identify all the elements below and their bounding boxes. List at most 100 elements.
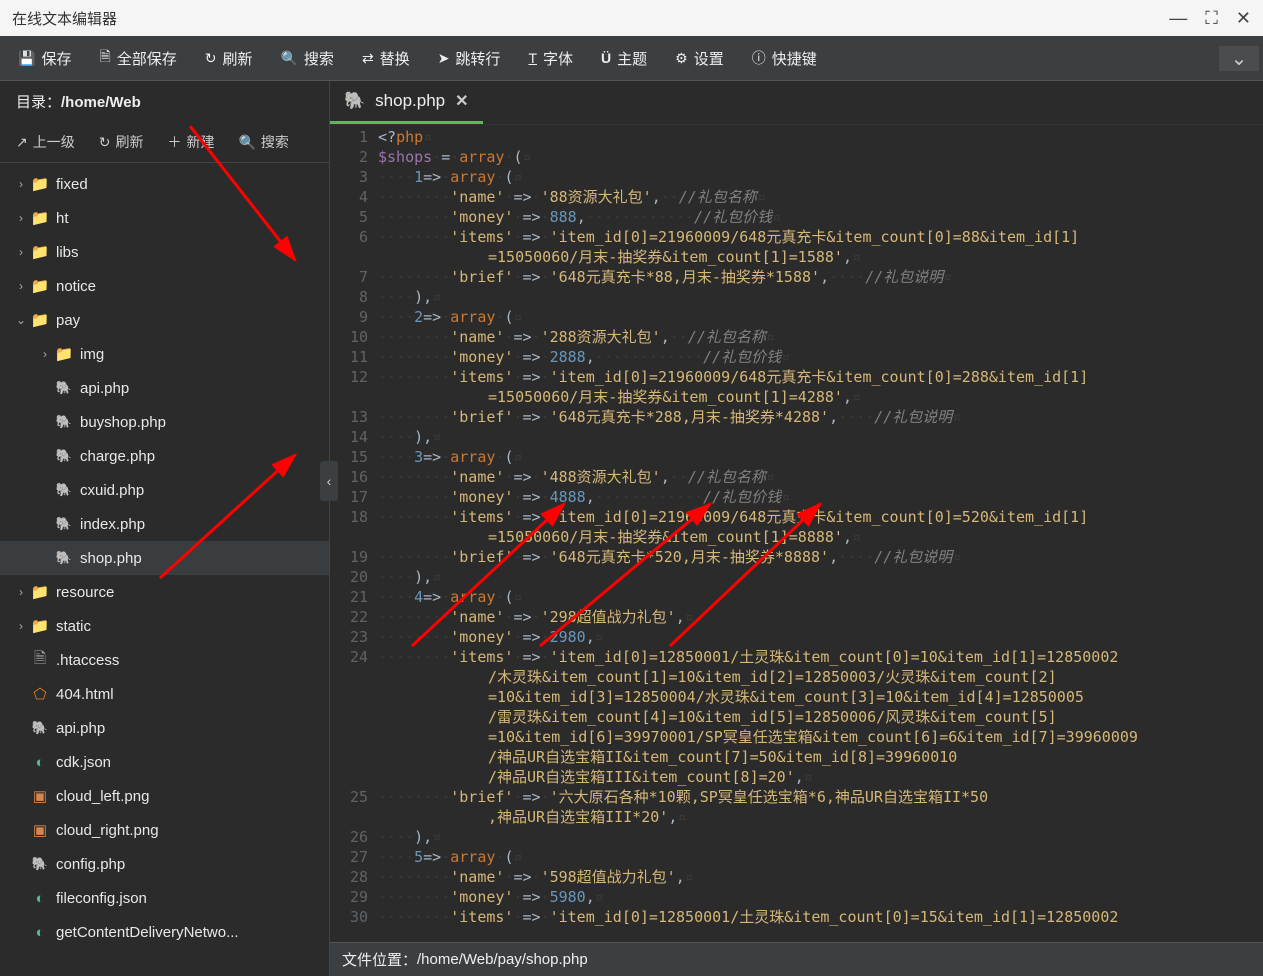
tree-node-label: fixed <box>56 176 88 193</box>
file-tree[interactable]: ›📁fixed›📁ht›📁libs›📁notice⌄📁pay›📁img🐘api.… <box>0 163 329 976</box>
refresh-icon: ↻ <box>205 50 217 67</box>
php-icon: 🐘 <box>30 856 50 872</box>
caret-icon: › <box>12 585 30 599</box>
tree-node-cloud-left-png[interactable]: ▣cloud_left.png <box>0 779 329 813</box>
replace-button[interactable]: ⇄替换 <box>348 36 424 80</box>
tab-label: shop.php <box>375 91 445 111</box>
minimize-icon[interactable]: — <box>1169 8 1187 29</box>
chevron-down-icon: ⌄ <box>1231 48 1248 70</box>
tree-node-label: cloud_right.png <box>56 822 159 839</box>
status-bar: 文件位置： /home/Web/pay/shop.php <box>330 942 1263 976</box>
sidebar-search-button[interactable]: 🔍搜索 <box>228 128 298 156</box>
shortcut-button[interactable]: ⓘ快捷键 <box>738 36 831 80</box>
tree-node-label: index.php <box>80 516 145 533</box>
tree-node-label: notice <box>56 278 96 295</box>
caret-icon: › <box>12 279 30 293</box>
save-all-button[interactable]: 🗎全部保存 <box>85 36 190 80</box>
tree-node-static[interactable]: ›📁static <box>0 609 329 643</box>
settings-button[interactable]: ⚙设置 <box>661 36 738 80</box>
tree-node-label: cdk.json <box>56 754 111 771</box>
tree-node-label: pay <box>56 312 80 329</box>
save-button[interactable]: 💾保存 <box>4 36 85 80</box>
tree-node-config-php[interactable]: 🐘config.php <box>0 847 329 881</box>
goto-icon: ➤ <box>438 50 450 67</box>
folder-icon: 📁 <box>30 277 50 295</box>
up-level-button[interactable]: ↗上一级 <box>6 128 85 156</box>
more-button[interactable]: ⌄ <box>1219 46 1259 71</box>
tab-close-icon[interactable]: ✕ <box>455 91 468 111</box>
php-icon: 🐘 <box>54 380 74 396</box>
goto-button[interactable]: ➤跳转行 <box>424 36 515 80</box>
search-icon: 🔍 <box>238 134 255 151</box>
tree-node-api-php[interactable]: 🐘api.php <box>0 371 329 405</box>
caret-icon: › <box>12 177 30 191</box>
php-icon: 🐘 <box>344 91 365 111</box>
tree-node-label: getContentDeliveryNetwo... <box>56 924 239 941</box>
close-icon[interactable]: ✕ <box>1236 8 1251 29</box>
editor-area: ‹ 🐘 shop.php ✕ 1234567891011121314151617… <box>330 81 1263 976</box>
tree-node-notice[interactable]: ›📁 notice <box>0 269 329 303</box>
search-button[interactable]: 🔍搜索 <box>266 36 347 80</box>
main-area: 目录：/home/Web ↗上一级 ↻刷新 ＋新建 🔍搜索 ›📁fixed›📁h… <box>0 81 1263 976</box>
tree-node-libs[interactable]: ›📁libs <box>0 235 329 269</box>
tree-node-buyshop-php[interactable]: 🐘buyshop.php <box>0 405 329 439</box>
tree-node-label: resource <box>56 584 114 601</box>
app-title: 在线文本编辑器 <box>12 8 117 29</box>
tree-node-cloud-right-png[interactable]: ▣cloud_right.png <box>0 813 329 847</box>
tree-node-pay[interactable]: ⌄📁 pay <box>0 303 329 337</box>
tree-node-label: ht <box>56 210 69 227</box>
sidebar-refresh-button[interactable]: ↻刷新 <box>89 128 154 156</box>
replace-icon: ⇄ <box>362 50 374 67</box>
titlebar: 在线文本编辑器 — ⛶ ✕ <box>0 0 1263 36</box>
refresh-button[interactable]: ↻刷新 <box>191 36 267 80</box>
tree-node-label: static <box>56 618 91 635</box>
sidebar-toolbar: ↗上一级 ↻刷新 ＋新建 🔍搜索 <box>0 122 329 163</box>
tree-node-label: cxuid.php <box>80 482 144 499</box>
tree-node-getcontentdeliverynetwo---[interactable]: ◐getContentDeliveryNetwo... <box>0 915 329 949</box>
folder-icon: 📁 <box>54 345 74 363</box>
maximize-icon[interactable]: ⛶ <box>1205 8 1218 29</box>
html-icon: ⬠ <box>30 685 50 703</box>
tree-node-api-php[interactable]: 🐘 api.php <box>0 711 329 745</box>
folder-icon: 📁 <box>30 243 50 261</box>
folder-icon: 📁 <box>30 209 50 227</box>
code-editor[interactable]: 1234567891011121314151617181920212223242… <box>330 125 1263 942</box>
line-gutter: 1234567891011121314151617181920212223242… <box>330 125 378 942</box>
code-content[interactable]: <?php¤$shops·=·array·(¤····1=>·array·(¤·… <box>378 125 1263 942</box>
theme-icon: Ü <box>601 50 611 66</box>
tree-node-label: .htaccess <box>56 652 119 669</box>
folder-icon: 📁 <box>30 617 50 635</box>
tree-node-ht[interactable]: ›📁 ht <box>0 201 329 235</box>
font-button[interactable]: T字体 <box>514 36 587 80</box>
php-icon: 🐘 <box>54 516 74 532</box>
tree-node-img[interactable]: ›📁img <box>0 337 329 371</box>
folder-icon: 📁 <box>30 311 50 329</box>
tree-node-label: shop.php <box>80 550 142 567</box>
tree-node-resource[interactable]: ›📁 resource <box>0 575 329 609</box>
tree-node-404-html[interactable]: ⬠404.html <box>0 677 329 711</box>
php-icon: 🐘 <box>30 720 50 736</box>
theme-button[interactable]: Ü主题 <box>587 36 661 80</box>
tree-node-cxuid-php[interactable]: 🐘cxuid.php <box>0 473 329 507</box>
sidebar-collapse-handle[interactable]: ‹ <box>320 461 338 501</box>
gear-icon: ⚙ <box>675 50 688 67</box>
tree-node-shop-php[interactable]: 🐘 shop.php <box>0 541 329 575</box>
folder-icon: 📁 <box>30 175 50 193</box>
tree-node-fixed[interactable]: ›📁 fixed <box>0 167 329 201</box>
tree-node-index-php[interactable]: 🐘 index.php <box>0 507 329 541</box>
search-icon: 🔍 <box>280 50 297 67</box>
tree-node-label: api.php <box>56 720 105 737</box>
folder-icon: 📁 <box>30 583 50 601</box>
editor-tabs: 🐘 shop.php ✕ <box>330 81 1263 125</box>
new-button[interactable]: ＋新建 <box>157 128 224 156</box>
tree-node-charge-php[interactable]: 🐘charge.php <box>0 439 329 473</box>
tree-node--htaccess[interactable]: 🗎.htaccess <box>0 643 329 677</box>
php-icon: 🐘 <box>54 550 74 566</box>
tree-node-cdk-json[interactable]: ◐cdk.json <box>0 745 329 779</box>
caret-icon: ⌄ <box>12 313 30 327</box>
tree-node-label: fileconfig.json <box>56 890 147 907</box>
tree-node-fileconfig-json[interactable]: ◐fileconfig.json <box>0 881 329 915</box>
image-icon: ▣ <box>30 787 50 805</box>
caret-icon: › <box>12 211 30 225</box>
tab-shop-php[interactable]: 🐘 shop.php ✕ <box>330 80 483 124</box>
